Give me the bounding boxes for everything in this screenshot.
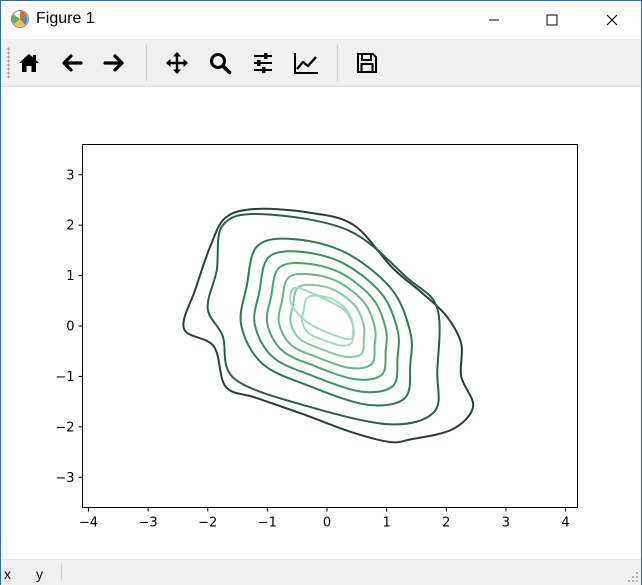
y-tick-label: 1 (66, 269, 74, 284)
title-bar[interactable]: Figure 1 (1, 1, 641, 39)
x-tick-label: 0 (323, 516, 331, 531)
save-button[interactable] (351, 47, 383, 79)
x-tick-label: −2 (198, 516, 217, 531)
line-chart-icon (294, 53, 318, 74)
magnifier-icon (210, 53, 232, 75)
y-tick-label: −1 (55, 370, 74, 385)
x-tick-label: 1 (383, 516, 391, 531)
contour-plot: −4 −3 −2 −1 0 1 2 3 4 3 2 1 0 −1 −2 −3 (55, 144, 578, 531)
subplots-button[interactable] (247, 47, 279, 79)
navigation-toolbar (1, 39, 641, 87)
x-tick-label: −4 (79, 516, 98, 531)
x-tick-label: 3 (502, 516, 510, 531)
toolbar-separator (146, 45, 147, 81)
status-bar: x y (1, 559, 641, 585)
status-x-label: x (4, 566, 11, 582)
y-tick-label: −2 (55, 420, 74, 435)
toolbar-grip[interactable] (7, 47, 10, 79)
axes-frame (82, 144, 578, 508)
x-tick-label: −3 (139, 516, 158, 531)
move-icon (166, 52, 188, 74)
customize-button[interactable] (290, 47, 322, 79)
maximize-icon (546, 14, 558, 26)
arrow-right-icon (103, 54, 124, 72)
y-tick-label: −3 (55, 471, 74, 486)
window-title: Figure 1 (36, 10, 95, 27)
close-icon (606, 14, 618, 26)
zoom-button[interactable] (204, 47, 236, 79)
status-separator (61, 564, 62, 581)
status-y-label: y (36, 566, 43, 582)
resize-grip-icon[interactable] (627, 571, 639, 583)
arrow-left-icon (62, 54, 83, 72)
home-icon (19, 54, 39, 72)
y-tick-label: 2 (66, 219, 74, 234)
x-tick-label: −1 (258, 516, 277, 531)
back-button[interactable] (56, 47, 88, 79)
y-tick-label: 0 (66, 320, 74, 335)
forward-button[interactable] (98, 47, 130, 79)
floppy-disk-icon (357, 53, 377, 73)
matplotlib-app-icon (11, 10, 29, 28)
y-tick-label: 3 (66, 168, 74, 183)
x-axis-ticks: −4 −3 −2 −1 0 1 2 3 4 (79, 507, 570, 531)
maximize-button[interactable] (529, 1, 575, 39)
figure-canvas[interactable]: −4 −3 −2 −1 0 1 2 3 4 3 2 1 0 −1 −2 −3 (1, 87, 641, 559)
home-button[interactable] (13, 47, 45, 79)
x-tick-label: 2 (442, 516, 450, 531)
y-axis-ticks: 3 2 1 0 −1 −2 −3 (55, 168, 83, 486)
pan-button[interactable] (161, 47, 193, 79)
figure-window: Figure 1 −4 −3 −2 −1 0 1 2 3 4 3 2 1 0 −… (0, 0, 642, 585)
toolbar-separator (337, 45, 338, 81)
close-button[interactable] (589, 1, 635, 39)
minimize-icon (489, 19, 499, 21)
minimize-button[interactable] (471, 1, 517, 39)
x-tick-label: 4 (561, 516, 569, 531)
sliders-icon (254, 53, 272, 73)
